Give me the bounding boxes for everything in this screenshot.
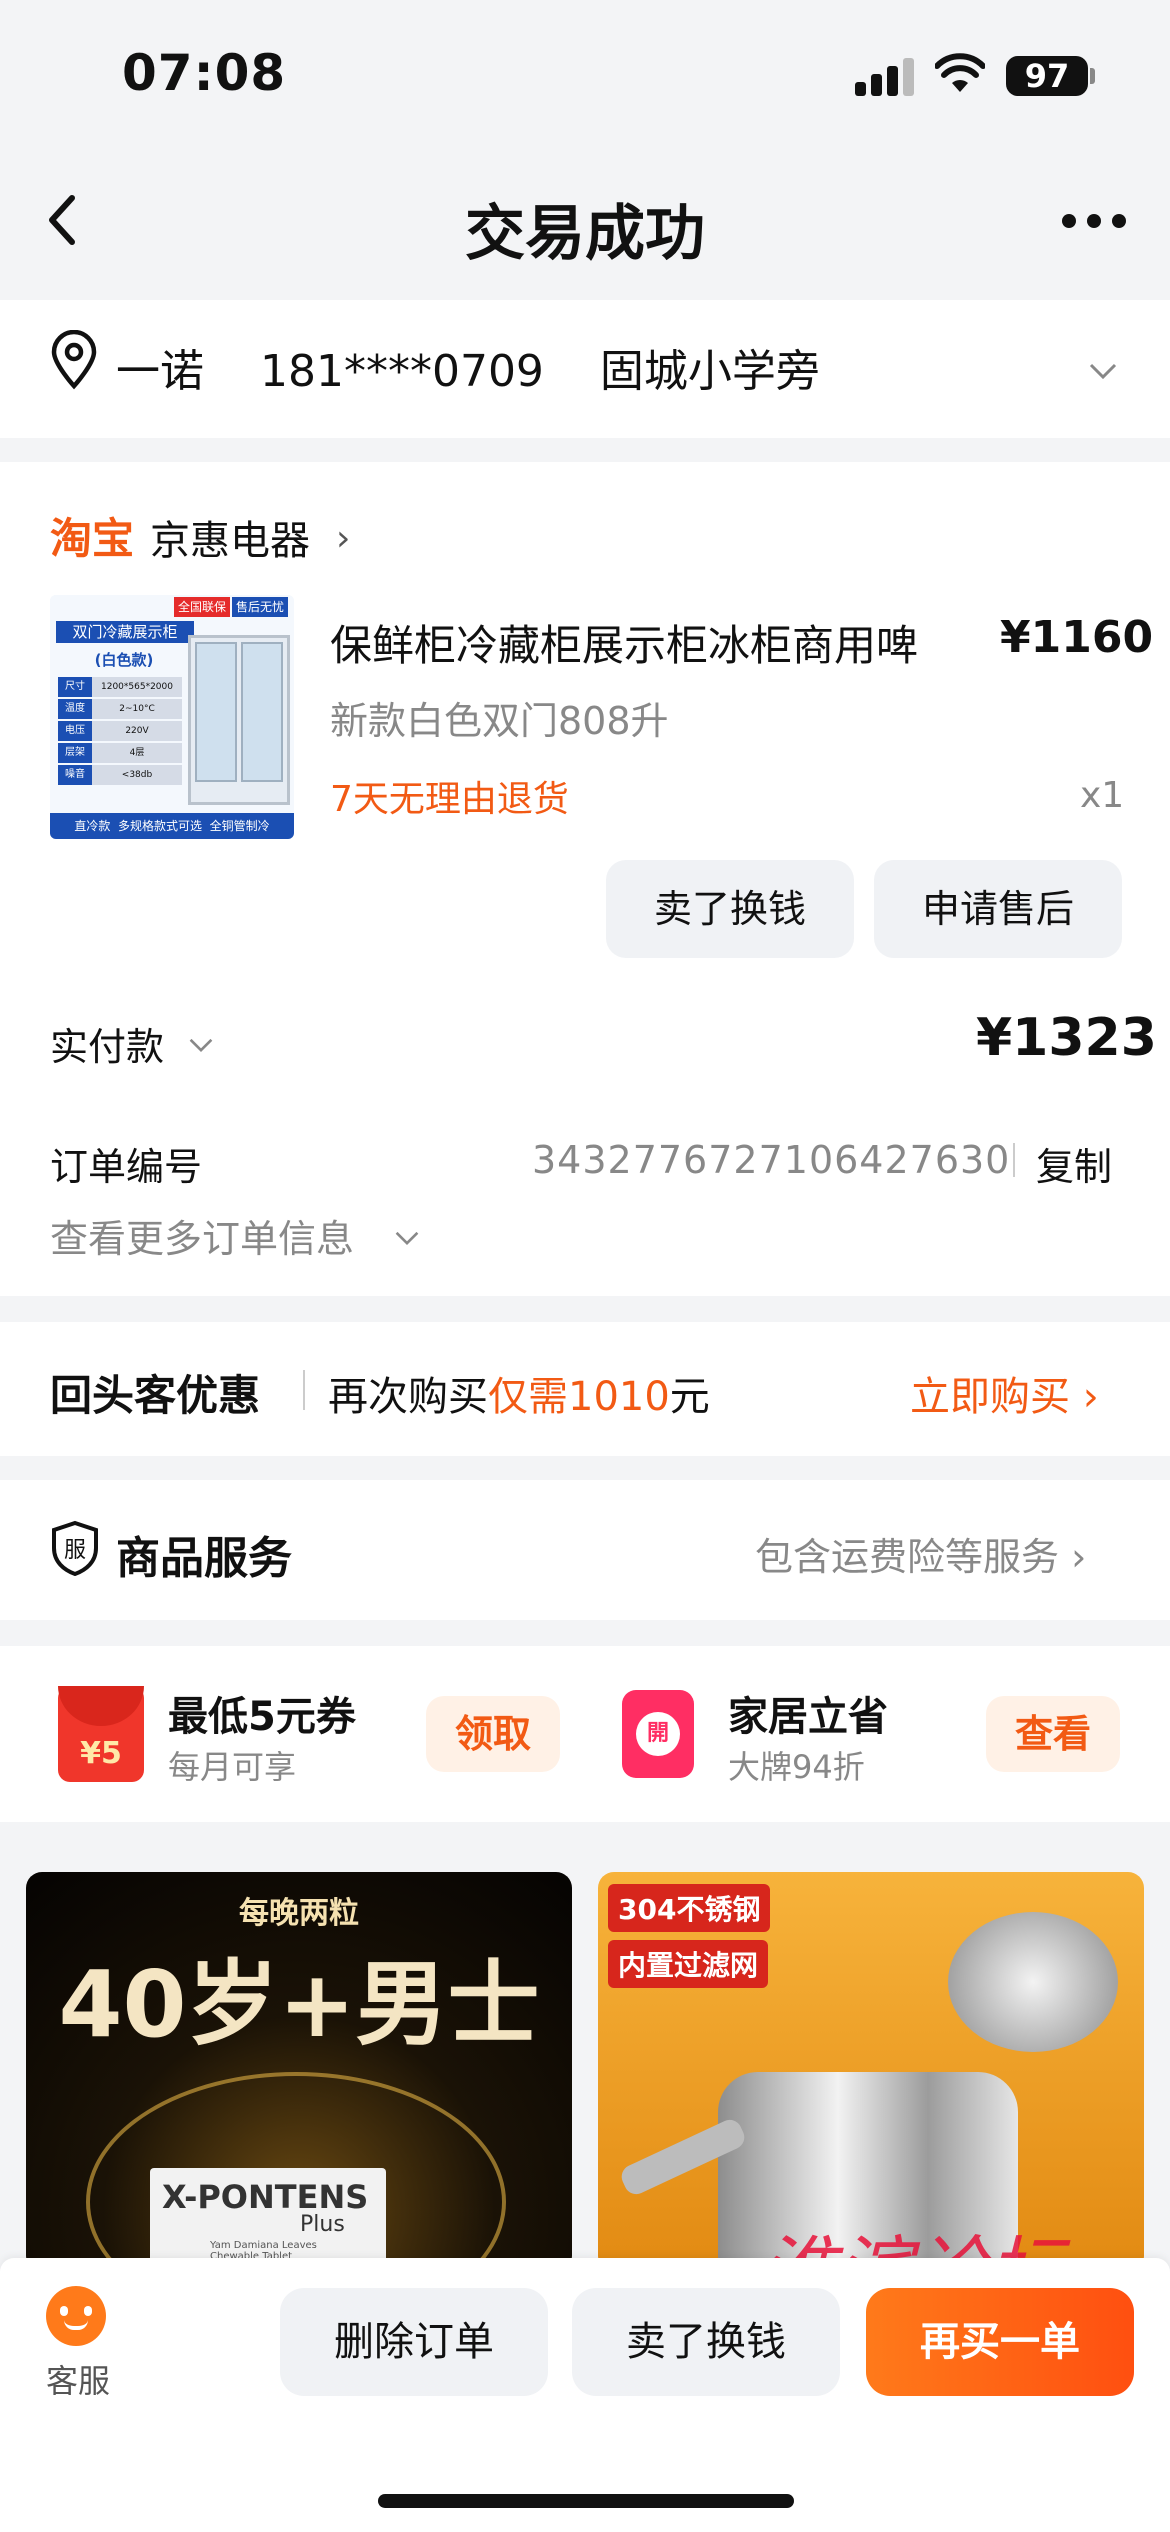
ad-product-box: X-PONTENS Plus Yam Damiana Leaves Chewab… [150,2168,386,2272]
order-number-label: 订单编号 [50,1145,203,1189]
resell-button[interactable]: 卖了换钱 [606,860,854,958]
coupon-title: 最低5元券 [168,1694,356,1740]
ad-tag-2: 内置过滤网 [608,1940,769,1988]
image-badge-2: 售后无忧 [232,597,288,617]
image-badge-1: 全国联保 [174,597,230,617]
taobao-logo: 淘宝 [50,514,135,563]
kettle-lid [948,1912,1118,2052]
chevron-down-icon[interactable] [1088,356,1118,386]
divider [1013,1143,1015,1177]
product-title[interactable]: 保鲜柜冷藏柜展示柜冰柜商用啤 [330,612,918,673]
ad-card-supplement[interactable]: 每晚两粒 40岁+男士 X-PONTENS Plus Yam Damiana L… [26,1872,572,2272]
image-footer: 直冷款 多规格款式可选 全铜管制冷 [50,813,294,839]
location-pin-icon [51,330,97,390]
ad-top-text: 每晚两粒 [239,1896,359,1931]
wifi-icon [935,53,985,92]
home-indicator [378,2494,794,2508]
delete-order-button[interactable]: 删除订单 [280,2288,548,2396]
view-promo-button[interactable]: 查看 [986,1696,1120,1772]
service-desc[interactable]: 包含运费险等服务 › [755,1526,1086,1581]
ad-tag-1: 304不锈钢 [608,1884,771,1932]
promo-title: 家居立省 [728,1694,888,1740]
aftersale-button[interactable]: 申请售后 [874,860,1122,958]
signal-icon [855,58,915,96]
more-icon[interactable] [1060,210,1130,234]
service-title: 商品服务 [116,1533,292,1584]
ad-headline: 40岁+男士 [58,1951,540,2058]
copy-button[interactable]: 复制 [1036,1136,1112,1191]
battery-tip [1090,68,1095,84]
image-color: (白色款) [94,651,154,669]
home-savings-icon: 開 [622,1690,694,1778]
claim-coupon-button[interactable]: 领取 [426,1696,560,1772]
shop-name[interactable]: 京惠电器 [150,508,310,566]
product-quantity: x1 [1080,775,1125,816]
product-price: ¥1160 [1000,612,1154,663]
image-header: 双门冷藏展示柜 [56,621,194,643]
image-spec-table: 尺寸 1200*565*2000 温度 2~10°C 电压 220V 层架 4层 噪音 <… [58,677,182,787]
red-envelope-icon: ¥5 [58,1686,144,1782]
svg-text:服: 服 [64,1538,86,1563]
battery-icon: 97 [1006,56,1088,96]
returning-customer-title: 回头客优惠 [50,1371,261,1420]
customer-service-icon[interactable] [46,2286,106,2346]
product-image[interactable]: 双门冷藏展示柜 全国联保 售后无忧 (白色款) 尺寸 1200*565*2000 … [50,595,294,839]
returning-customer-desc: 再次购买仅需1010元 [328,1374,710,1420]
chevron-right-icon[interactable]: › [336,518,350,559]
promo-subtitle: 大牌94折 [728,1748,865,1786]
divider [303,1370,305,1410]
payment-label[interactable]: 实付款 [50,1016,164,1071]
fridge-illustration [188,635,290,805]
coupon-subtitle: 每月可享 [168,1748,297,1786]
return-policy-tag: 7天无理由退货 [330,779,569,820]
resell-button-bottom[interactable]: 卖了换钱 [572,2288,840,2396]
chevron-down-icon[interactable] [188,1032,214,1058]
page-title: 交易成功 [465,199,705,269]
address-text: 一诺 181****0709 固城小学旁 [116,346,820,397]
chevron-down-icon[interactable] [394,1225,420,1251]
payment-value: ¥1323 [976,1008,1157,1068]
rebuy-button[interactable]: 再买一单 [866,2288,1134,2396]
status-time: 07:08 [122,44,287,102]
order-number: 3432776727106427630 [532,1138,1011,1182]
shield-icon: 服 [52,1520,98,1576]
customer-service-label[interactable]: 客服 [46,2356,110,2402]
buy-now-link[interactable]: 立即购买 › [910,1364,1099,1422]
more-order-info-link[interactable]: 查看更多订单信息 [50,1208,354,1263]
product-spec: 新款白色双门808升 [330,699,669,743]
